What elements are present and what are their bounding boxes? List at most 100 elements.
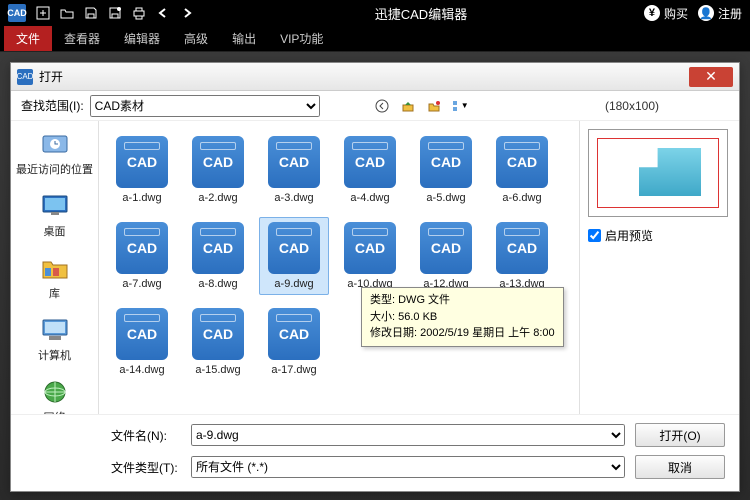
cad-file-icon: CAD [420,222,472,274]
saveas-icon[interactable] [104,3,126,23]
dialog-toolbar: 查找范围(I): CAD素材 ▼ (180x100) [11,91,739,121]
dialog-title: 打开 [39,68,63,85]
file-item[interactable]: CADa-12.dwg [411,217,481,295]
workspace: CAD 打开 ✕ 查找范围(I): CAD素材 ▼ (180x100) 最近访问… [0,52,750,500]
file-item[interactable]: CAD a-6.dwg [487,131,557,209]
tab-vip[interactable]: VIP功能 [268,26,335,51]
redo-icon[interactable] [176,3,198,23]
place-libraries[interactable]: 库 [11,251,98,303]
preview-thumbnail [588,129,728,217]
preview-dimensions: (180x100) [605,99,729,113]
cad-file-icon: CAD [344,222,396,274]
cad-file-icon: CAD [344,136,396,188]
file-name: a-17.dwg [271,364,316,376]
dialog-titlebar: CAD 打开 ✕ [11,63,739,91]
new-icon[interactable] [32,3,54,23]
file-item[interactable]: CADa-9.dwg [259,217,329,295]
print-icon[interactable] [128,3,150,23]
file-item[interactable]: CAD a-17.dwg [259,303,329,381]
filetype-select[interactable]: 所有文件 (*.*) [191,456,625,478]
file-name: a-2.dwg [198,192,237,204]
save-icon[interactable] [80,3,102,23]
quick-access-toolbar [32,3,198,23]
dialog-icon: CAD [17,69,33,85]
cad-file-icon: CAD [116,308,168,360]
places-bar: 最近访问的位置桌面库计算机网络 [11,121,99,414]
libraries-icon [37,253,73,283]
tab-advanced[interactable]: 高级 [172,26,220,51]
register-button[interactable]: 👤注册 [698,5,742,22]
newfolder-icon[interactable] [424,96,444,116]
file-item[interactable]: CADa-10.dwg [335,217,405,295]
file-name: a-1.dwg [122,192,161,204]
file-item[interactable]: CAD a-8.dwg [183,217,253,295]
yen-icon: ¥ [644,5,660,21]
tab-file[interactable]: 文件 [4,26,52,51]
place-computer[interactable]: 计算机 [11,313,98,365]
filename-label: 文件名(N): [111,427,181,444]
file-item[interactable]: CADa-5.dwg [411,131,481,209]
filename-input[interactable]: a-9.dwg [191,424,625,446]
viewmode-icon[interactable]: ▼ [450,96,470,116]
file-item[interactable]: CADa-13.dwg [487,217,557,295]
lookin-label: 查找范围(I): [21,97,84,114]
filetype-label: 文件类型(T): [111,459,181,476]
computer-icon [37,315,73,345]
file-item[interactable]: CAD a-2.dwg [183,131,253,209]
open-button[interactable]: 打开(O) [635,423,725,447]
cad-file-icon: CAD [496,136,548,188]
cad-file-icon: CAD [496,222,548,274]
tab-viewer[interactable]: 查看器 [52,26,112,51]
title-bar: CAD 迅捷CAD编辑器 ¥购买 👤注册 [0,0,750,26]
place-label: 最近访问的位置 [16,161,93,177]
tab-output[interactable]: 输出 [220,26,268,51]
network-icon [37,377,73,407]
cad-file-icon: CAD [268,308,320,360]
file-name: a-7.dwg [122,278,161,290]
file-item[interactable]: CAD a-14.dwg [107,303,177,381]
desktop-icon [37,191,73,221]
file-area[interactable]: CAD a-1.dwg CAD a-2.dwg CAD a-3.dwg CAD a-4.dwg… [99,121,579,414]
preview-pane: 启用预览 [579,121,739,414]
cad-file-icon: CAD [192,222,244,274]
open-icon[interactable] [56,3,78,23]
file-tooltip: 类型: DWG 文件 大小: 56.0 KB 修改日期: 2002/5/19 星… [361,287,564,347]
place-desktop[interactable]: 桌面 [11,189,98,241]
file-name: a-5.dwg [426,192,465,204]
cad-file-icon: CAD [116,136,168,188]
place-recent[interactable]: 最近访问的位置 [11,127,98,179]
cad-file-icon: CAD [268,136,320,188]
undo-icon[interactable] [152,3,174,23]
app-logo: CAD [8,4,26,22]
file-name: a-8.dwg [198,278,237,290]
recent-icon [37,129,73,159]
place-network[interactable]: 网络 [11,375,98,414]
cancel-button[interactable]: 取消 [635,455,725,479]
buy-button[interactable]: ¥购买 [644,5,688,22]
file-item[interactable]: CAD a-4.dwg [335,131,405,209]
up-icon[interactable] [398,96,418,116]
cad-file-icon: CAD [116,222,168,274]
file-name: a-15.dwg [195,364,240,376]
file-item[interactable]: CAD a-15.dwg [183,303,253,381]
file-name: a-6.dwg [502,192,541,204]
file-item[interactable]: CAD a-1.dwg [107,131,177,209]
cad-file-icon: CAD [268,222,320,274]
menu-bar: 文件 查看器 编辑器 高级 输出 VIP功能 [0,26,750,52]
file-name: a-3.dwg [274,192,313,204]
file-item[interactable]: CAD a-7.dwg [107,217,177,295]
back-icon[interactable] [372,96,392,116]
file-name: a-4.dwg [350,192,389,204]
file-name: a-14.dwg [119,364,164,376]
cad-file-icon: CAD [192,136,244,188]
enable-preview-check[interactable]: 启用预览 [588,227,731,244]
file-item[interactable]: CAD a-3.dwg [259,131,329,209]
close-button[interactable]: ✕ [689,67,733,87]
tab-editor[interactable]: 编辑器 [112,26,172,51]
open-dialog: CAD 打开 ✕ 查找范围(I): CAD素材 ▼ (180x100) 最近访问… [10,62,740,492]
cad-file-icon: CAD [192,308,244,360]
place-label: 库 [49,285,60,301]
folder-select[interactable]: CAD素材 [90,95,320,117]
place-label: 计算机 [38,347,71,363]
place-label: 桌面 [44,223,66,239]
